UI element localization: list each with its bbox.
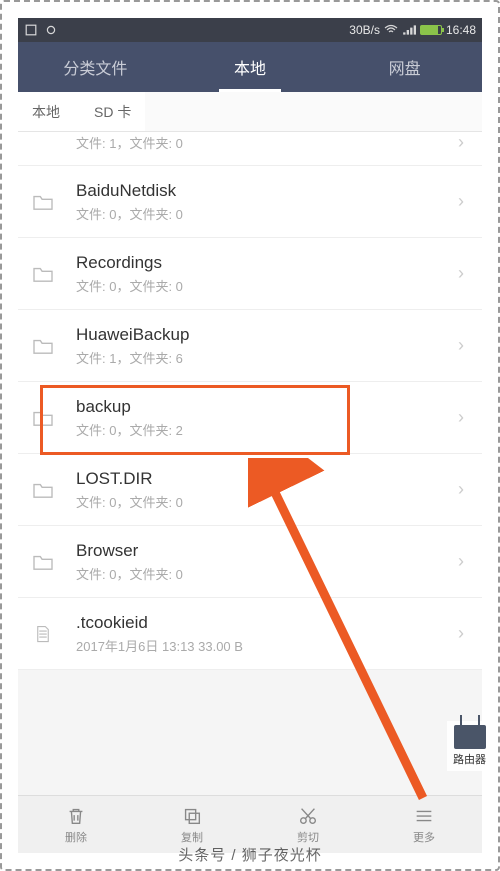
list-item-highlighted[interactable]: HuaweiBackup 文件: 1，文件夹: 6 ›: [18, 310, 482, 382]
tab-local[interactable]: 本地: [173, 42, 328, 92]
file-list: 文件: 1，文件夹: 0 › BaiduNetdisk 文件: 0，文件夹: 0…: [18, 132, 482, 670]
list-item[interactable]: backup 文件: 0，文件夹: 2 ›: [18, 382, 482, 454]
item-subtitle: 文件: 0，文件夹: 0: [76, 204, 454, 223]
phone-screen: 30B/s 16:48 分类文件 本地 网盘 本地 SD 卡 文件: 1，文件夹…: [18, 18, 482, 853]
item-title: BaiduNetdisk: [76, 181, 454, 201]
item-title: LOST.DIR: [76, 469, 454, 489]
watermark-credit: 头条号 / 狮子夜光杯: [0, 844, 500, 865]
list-item[interactable]: .tcookieid 2017年1月6日 13:13 33.00 B ›: [18, 598, 482, 670]
chevron-right-icon: ›: [454, 263, 468, 284]
folder-icon: [32, 481, 54, 499]
signal-icon: [402, 24, 416, 36]
file-icon: [32, 625, 54, 643]
item-title: Recordings: [76, 253, 454, 273]
chevron-right-icon: ›: [454, 479, 468, 500]
chevron-right-icon: ›: [454, 132, 468, 153]
folder-icon: [32, 265, 54, 283]
watermark-router: 路由器: [447, 721, 492, 771]
chevron-right-icon: ›: [454, 623, 468, 644]
item-title: Browser: [76, 541, 454, 561]
item-title: .tcookieid: [76, 613, 454, 633]
scissors-icon: [297, 805, 319, 827]
item-subtitle: 文件: 0，文件夹: 0: [76, 276, 454, 295]
chevron-right-icon: ›: [454, 407, 468, 428]
folder-icon: [32, 337, 54, 355]
chevron-right-icon: ›: [454, 335, 468, 356]
breadcrumb: 本地 SD 卡: [18, 92, 482, 132]
status-bar: 30B/s 16:48: [18, 18, 482, 42]
item-subtitle: 文件: 0，文件夹: 0: [76, 564, 454, 583]
item-subtitle: 文件: 1，文件夹: 0: [76, 133, 454, 152]
chevron-right-icon: ›: [454, 551, 468, 572]
item-title: backup: [76, 397, 454, 417]
tab-category[interactable]: 分类文件: [18, 42, 173, 92]
list-item[interactable]: 文件: 1，文件夹: 0 ›: [18, 132, 482, 166]
folder-icon: [32, 193, 54, 211]
battery-icon: [420, 25, 442, 35]
lte-icon: [24, 24, 38, 36]
item-subtitle: 文件: 0，文件夹: 0: [76, 492, 454, 511]
copy-icon: [181, 805, 203, 827]
wifi-icon: [384, 24, 398, 36]
menu-icon: [413, 805, 435, 827]
list-item[interactable]: Browser 文件: 0，文件夹: 0 ›: [18, 526, 482, 598]
android-icon: [44, 24, 58, 36]
item-subtitle: 文件: 1，文件夹: 6: [76, 348, 454, 367]
network-speed: 30B/s: [349, 23, 380, 37]
chevron-right-icon: ›: [454, 191, 468, 212]
folder-icon: [32, 553, 54, 571]
top-tabs: 分类文件 本地 网盘: [18, 42, 482, 92]
crumb-local[interactable]: 本地: [18, 92, 74, 131]
item-subtitle: 文件: 0，文件夹: 2: [76, 420, 454, 439]
crumb-sdcard[interactable]: SD 卡: [74, 92, 145, 131]
list-item[interactable]: BaiduNetdisk 文件: 0，文件夹: 0 ›: [18, 166, 482, 238]
trash-icon: [65, 805, 87, 827]
tab-cloud[interactable]: 网盘: [327, 42, 482, 92]
clock: 16:48: [446, 23, 476, 37]
list-item[interactable]: Recordings 文件: 0，文件夹: 0 ›: [18, 238, 482, 310]
list-item[interactable]: LOST.DIR 文件: 0，文件夹: 0 ›: [18, 454, 482, 526]
folder-icon: [32, 409, 54, 427]
item-title: HuaweiBackup: [76, 325, 454, 345]
item-subtitle: 2017年1月6日 13:13 33.00 B: [76, 636, 454, 655]
